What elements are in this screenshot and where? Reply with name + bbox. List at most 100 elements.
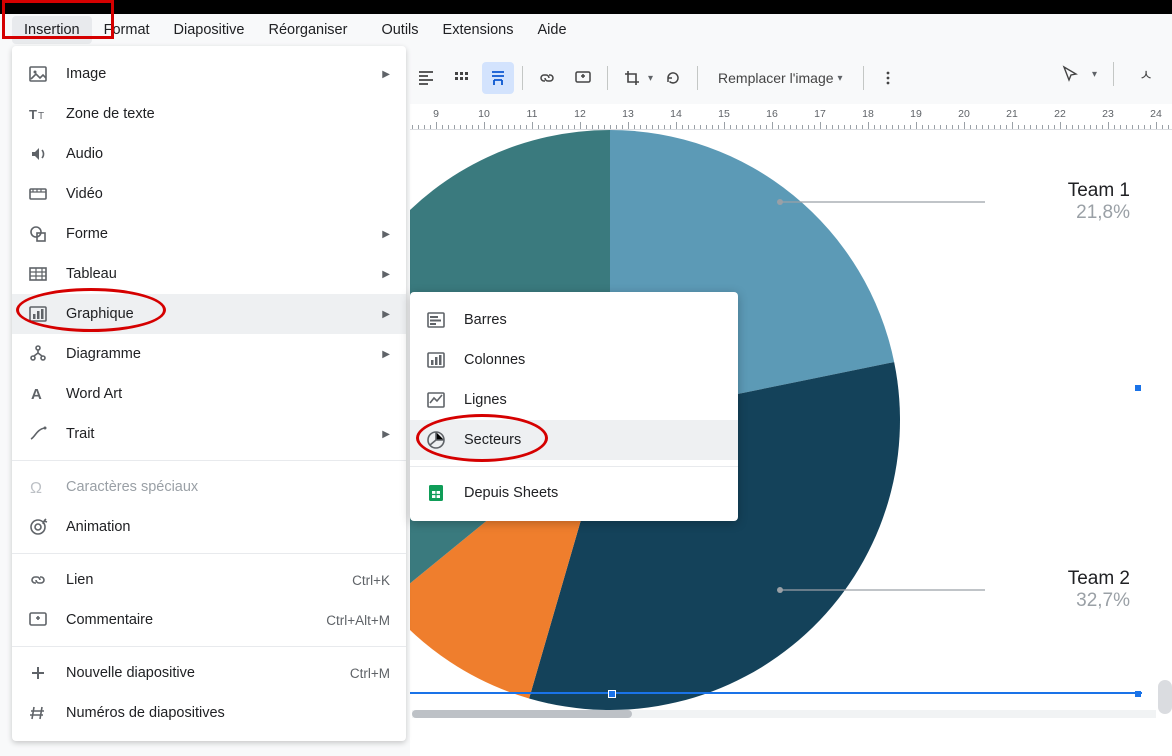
- hash-icon: [28, 703, 48, 723]
- linechart-icon: [426, 390, 446, 410]
- replace-image-label: Remplacer l'image: [718, 70, 834, 86]
- menu-label: Barres: [464, 312, 722, 328]
- omega-icon: Ω: [28, 477, 48, 497]
- submenu-arrow-icon: ▶: [382, 229, 390, 240]
- dropdown-item-commentaire[interactable]: Commentaire Ctrl+Alt+M: [12, 600, 406, 640]
- dropdown-item-trait[interactable]: Trait ▶: [12, 414, 406, 454]
- shortcut-label: Ctrl+Alt+M: [326, 613, 390, 628]
- dropdown-item-diagramme[interactable]: Diagramme ▶: [12, 334, 406, 374]
- pie-icon: [426, 430, 446, 450]
- menu-diapositive[interactable]: Diapositive: [162, 16, 257, 44]
- svg-text:T: T: [38, 111, 44, 122]
- submenu-item-depuis-sheets[interactable]: Depuis Sheets: [410, 473, 738, 513]
- menu-label: Audio: [66, 146, 390, 162]
- diagram-icon: [28, 344, 48, 364]
- svg-text:Ω: Ω: [30, 480, 42, 497]
- chart-label-team2: Team 2 32,7%: [990, 568, 1130, 612]
- submenu-arrow-icon: ▶: [382, 269, 390, 280]
- dropdown-item-tableau[interactable]: Tableau ▶: [12, 254, 406, 294]
- shortcut-label: Ctrl+K: [352, 573, 390, 588]
- horizontal-scrollbar[interactable]: [412, 710, 1156, 718]
- chart-label-team1: Team 1 21,8%: [990, 180, 1130, 224]
- dropdown-item-graphique[interactable]: Graphique ▶: [12, 294, 406, 334]
- chart-icon: [28, 304, 48, 324]
- dropdown-item-caractères-spéciaux: ΩCaractères spéciaux: [12, 467, 406, 507]
- menu-label: Zone de texte: [66, 106, 390, 122]
- dropdown-item-forme[interactable]: Forme ▶: [12, 214, 406, 254]
- menu-aide[interactable]: Aide: [525, 16, 578, 44]
- submenu-item-lignes[interactable]: Lignes: [410, 380, 738, 420]
- more-icon[interactable]: [872, 62, 904, 94]
- plus-icon: [28, 663, 48, 683]
- text-wrap-icon[interactable]: [482, 62, 514, 94]
- menubar: Insertion Format Diapositive Réorganiser…: [0, 14, 1172, 46]
- menu-label: Lien: [66, 572, 334, 588]
- menu-label: Depuis Sheets: [464, 485, 722, 501]
- submenu-arrow-icon: ▶: [382, 69, 390, 80]
- vertical-scrollbar-thumb[interactable]: [1158, 680, 1172, 714]
- comment-add-icon[interactable]: [567, 62, 599, 94]
- dropdown-item-image[interactable]: Image ▶: [12, 54, 406, 94]
- align-left-icon[interactable]: [410, 62, 442, 94]
- table-icon: [28, 264, 48, 284]
- submenu-arrow-icon: ▶: [382, 309, 390, 320]
- replace-image-button[interactable]: Remplacer l'image ▾: [706, 64, 855, 92]
- list-icon[interactable]: [446, 62, 478, 94]
- submenu-arrow-icon: ▶: [382, 429, 390, 440]
- pointer-icon[interactable]: [1054, 58, 1086, 90]
- comment-icon: [28, 610, 48, 630]
- dropdown-item-zone-de-texte[interactable]: TT Zone de texte: [12, 94, 406, 134]
- reset-image-icon[interactable]: [657, 62, 689, 94]
- crop-icon[interactable]: [616, 62, 648, 94]
- sheets-icon: [426, 483, 446, 503]
- selection-handle[interactable]: [608, 690, 616, 698]
- menu-reorganiser[interactable]: Réorganiser: [256, 16, 359, 44]
- menu-label: Nouvelle diapositive: [66, 665, 332, 681]
- menu-label: Colonnes: [464, 352, 722, 368]
- dropdown-item-word-art[interactable]: A Word Art: [12, 374, 406, 414]
- svg-text:A: A: [31, 386, 42, 403]
- insertion-dropdown: Image▶TTZone de texteAudioVidéoForme▶Tab…: [12, 46, 406, 741]
- menu-label: Lignes: [464, 392, 722, 408]
- dropdown-item-animation[interactable]: Animation: [12, 507, 406, 547]
- menu-label: Numéros de diapositives: [66, 705, 390, 721]
- textbox-icon: TT: [28, 104, 48, 124]
- link-icon: [28, 570, 48, 590]
- menu-outils[interactable]: Outils: [369, 16, 430, 44]
- menu-label: Secteurs: [464, 432, 722, 448]
- line-icon: [28, 424, 48, 444]
- menu-extensions[interactable]: Extensions: [431, 16, 526, 44]
- submenu-item-colonnes[interactable]: Colonnes: [410, 340, 738, 380]
- shortcut-label: Ctrl+M: [350, 666, 390, 681]
- submenu-item-barres[interactable]: Barres: [410, 300, 738, 340]
- menu-label: Word Art: [66, 386, 390, 402]
- video-icon: [28, 184, 48, 204]
- wordart-icon: A: [28, 384, 48, 404]
- menu-label: Commentaire: [66, 612, 308, 628]
- submenu-item-secteurs[interactable]: Secteurs: [410, 420, 738, 460]
- menu-label: Image: [66, 66, 364, 82]
- link-icon[interactable]: [531, 62, 563, 94]
- dropdown-item-lien[interactable]: Lien Ctrl+K: [12, 560, 406, 600]
- submenu-arrow-icon: ▶: [382, 349, 390, 360]
- columns-icon: [426, 350, 446, 370]
- audio-icon: [28, 144, 48, 164]
- menu-label: Forme: [66, 226, 364, 242]
- selection-handle[interactable]: [1134, 384, 1142, 392]
- selection-handle[interactable]: [1134, 690, 1142, 698]
- graphique-submenu: Barres Colonnes Lignes Secteurs Depuis Shee…: [410, 292, 738, 521]
- menu-label: Diagramme: [66, 346, 364, 362]
- dropdown-item-numéros-de-diapositives[interactable]: Numéros de diapositives: [12, 693, 406, 733]
- menu-label: Animation: [66, 519, 390, 535]
- dropdown-item-audio[interactable]: Audio: [12, 134, 406, 174]
- shape-icon: [28, 224, 48, 244]
- menu-label: Tableau: [66, 266, 364, 282]
- svg-text:T: T: [29, 107, 37, 122]
- expand-up-icon[interactable]: ㅅ: [1130, 58, 1162, 90]
- menu-label: Trait: [66, 426, 364, 442]
- dropdown-item-nouvelle-diapositive[interactable]: Nouvelle diapositive Ctrl+M: [12, 653, 406, 693]
- bar-icon: [426, 310, 446, 330]
- dropdown-item-vidéo[interactable]: Vidéo: [12, 174, 406, 214]
- menu-label: Vidéo: [66, 186, 390, 202]
- menu-label: Graphique: [66, 306, 364, 322]
